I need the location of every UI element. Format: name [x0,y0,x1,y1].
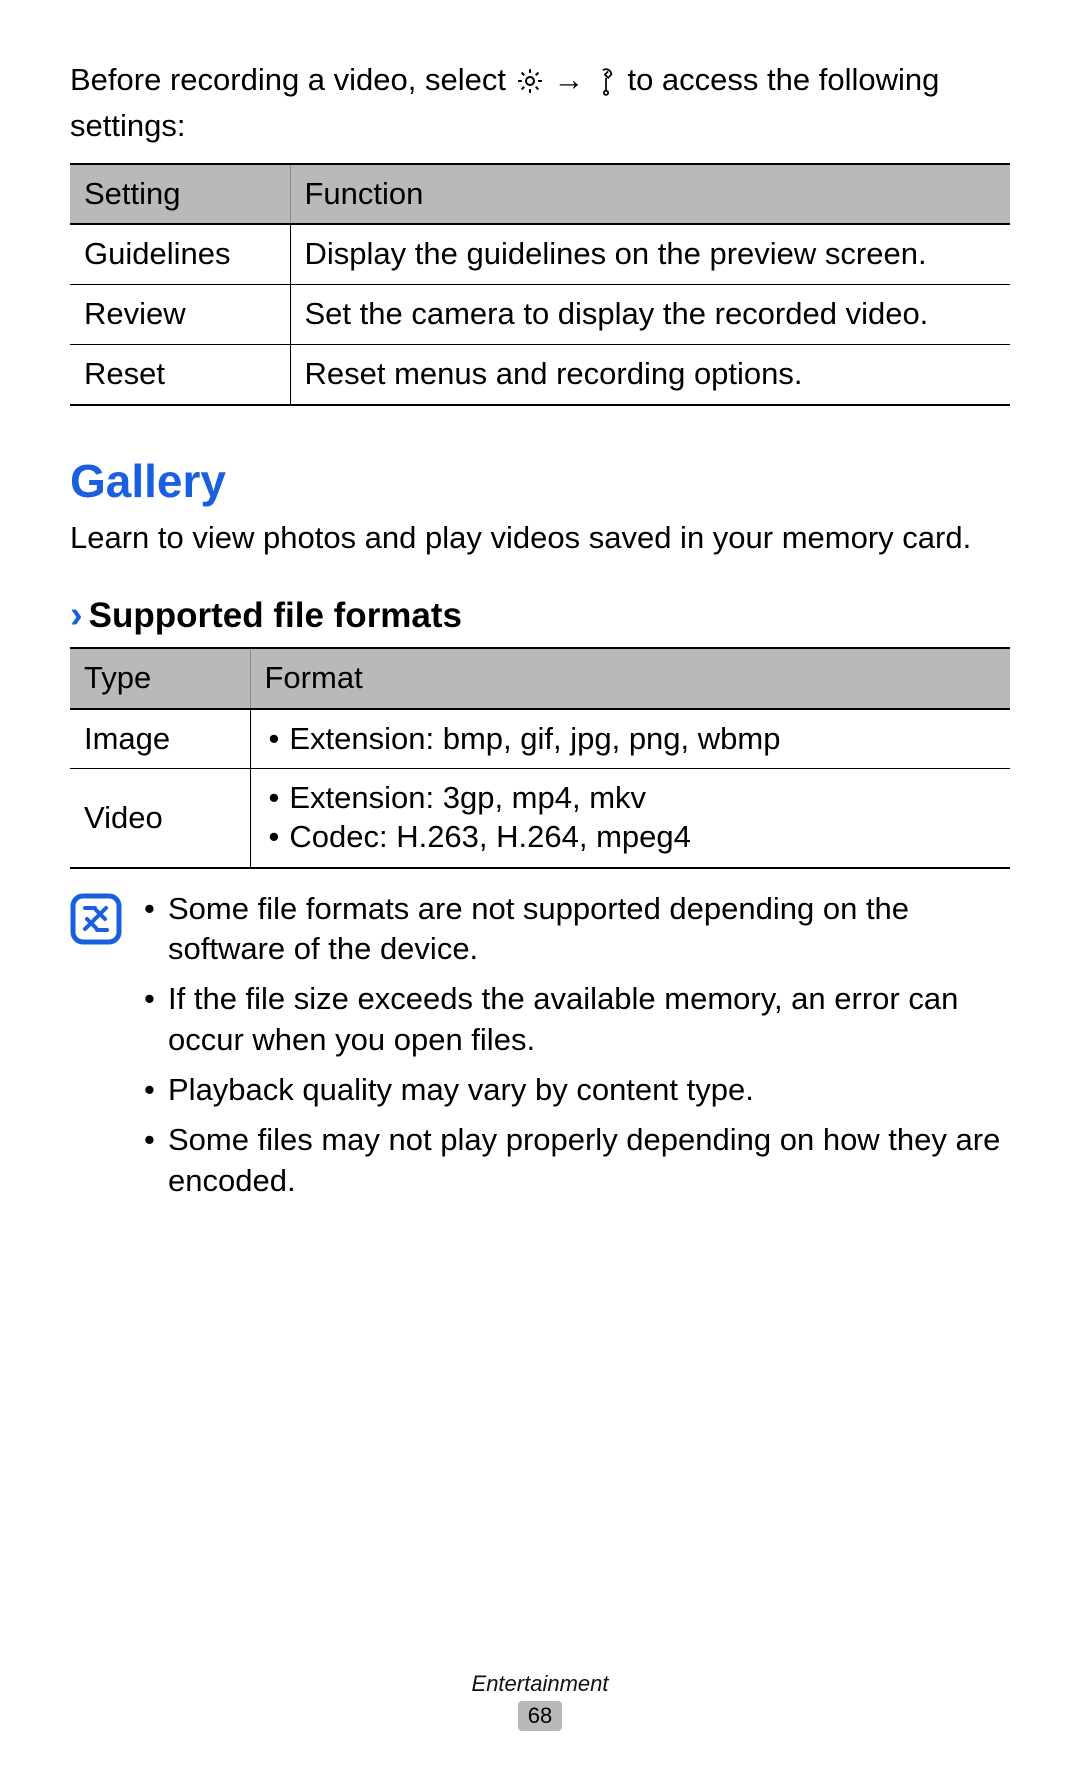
table-row: Guidelines Display the guidelines on the… [70,224,1010,284]
formats-header-type: Type [70,648,250,709]
setting-name: Review [70,285,290,345]
note-list: Some file formats are not supported depe… [140,889,1010,1211]
format-line: Extension: bmp, gif, jpg, png, wbmp [265,720,997,759]
note-item: Playback quality may vary by content typ… [140,1070,1010,1110]
setting-name: Reset [70,344,290,404]
table-header-row: Type Format [70,648,1010,709]
table-row: Reset Reset menus and recording options. [70,344,1010,404]
gallery-heading: Gallery [70,454,1010,508]
intro-arrow: → [553,62,593,97]
supported-heading-text: Supported file formats [89,596,462,635]
wrench-icon [593,66,619,106]
gallery-lead: Learn to view photos and play videos sav… [70,518,1010,558]
format-line: Codec: H.263, H.264, mpeg4 [265,818,997,857]
settings-header-setting: Setting [70,164,290,225]
setting-function: Display the guidelines on the preview sc… [290,224,1010,284]
formats-table: Type Format Image Extension: bmp, gif, j… [70,647,1010,869]
setting-name: Guidelines [70,224,290,284]
note-item: If the file size exceeds the available m… [140,979,1010,1060]
table-row: Image Extension: bmp, gif, jpg, png, wbm… [70,709,1010,769]
table-row: Video Extension: 3gp, mp4, mkv Codec: H.… [70,769,1010,868]
chevron-right-icon: › [70,594,89,636]
format-value: Extension: bmp, gif, jpg, png, wbmp [250,709,1010,769]
intro-text: Before recording a video, select → to ac… [70,60,1010,147]
settings-table: Setting Function Guidelines Display the … [70,163,1010,406]
note-block: Some file formats are not supported depe… [70,889,1010,1211]
setting-function: Set the camera to display the recorded v… [290,285,1010,345]
format-value: Extension: 3gp, mp4, mkv Codec: H.263, H… [250,769,1010,868]
supported-heading: ›Supported file formats [70,594,1010,637]
page-footer: Entertainment 68 [0,1671,1080,1731]
page-number: 68 [518,1701,562,1731]
setting-function: Reset menus and recording options. [290,344,1010,404]
format-type: Video [70,769,250,868]
note-icon [70,893,122,945]
gear-icon [515,66,545,106]
table-row: Review Set the camera to display the rec… [70,285,1010,345]
table-header-row: Setting Function [70,164,1010,225]
note-item: Some files may not play properly dependi… [140,1120,1010,1201]
formats-header-format: Format [250,648,1010,709]
intro-pre: Before recording a video, select [70,62,515,97]
format-line: Extension: 3gp, mp4, mkv [265,779,997,818]
footer-category: Entertainment [0,1671,1080,1697]
settings-header-function: Function [290,164,1010,225]
note-item: Some file formats are not supported depe… [140,889,1010,970]
format-type: Image [70,709,250,769]
